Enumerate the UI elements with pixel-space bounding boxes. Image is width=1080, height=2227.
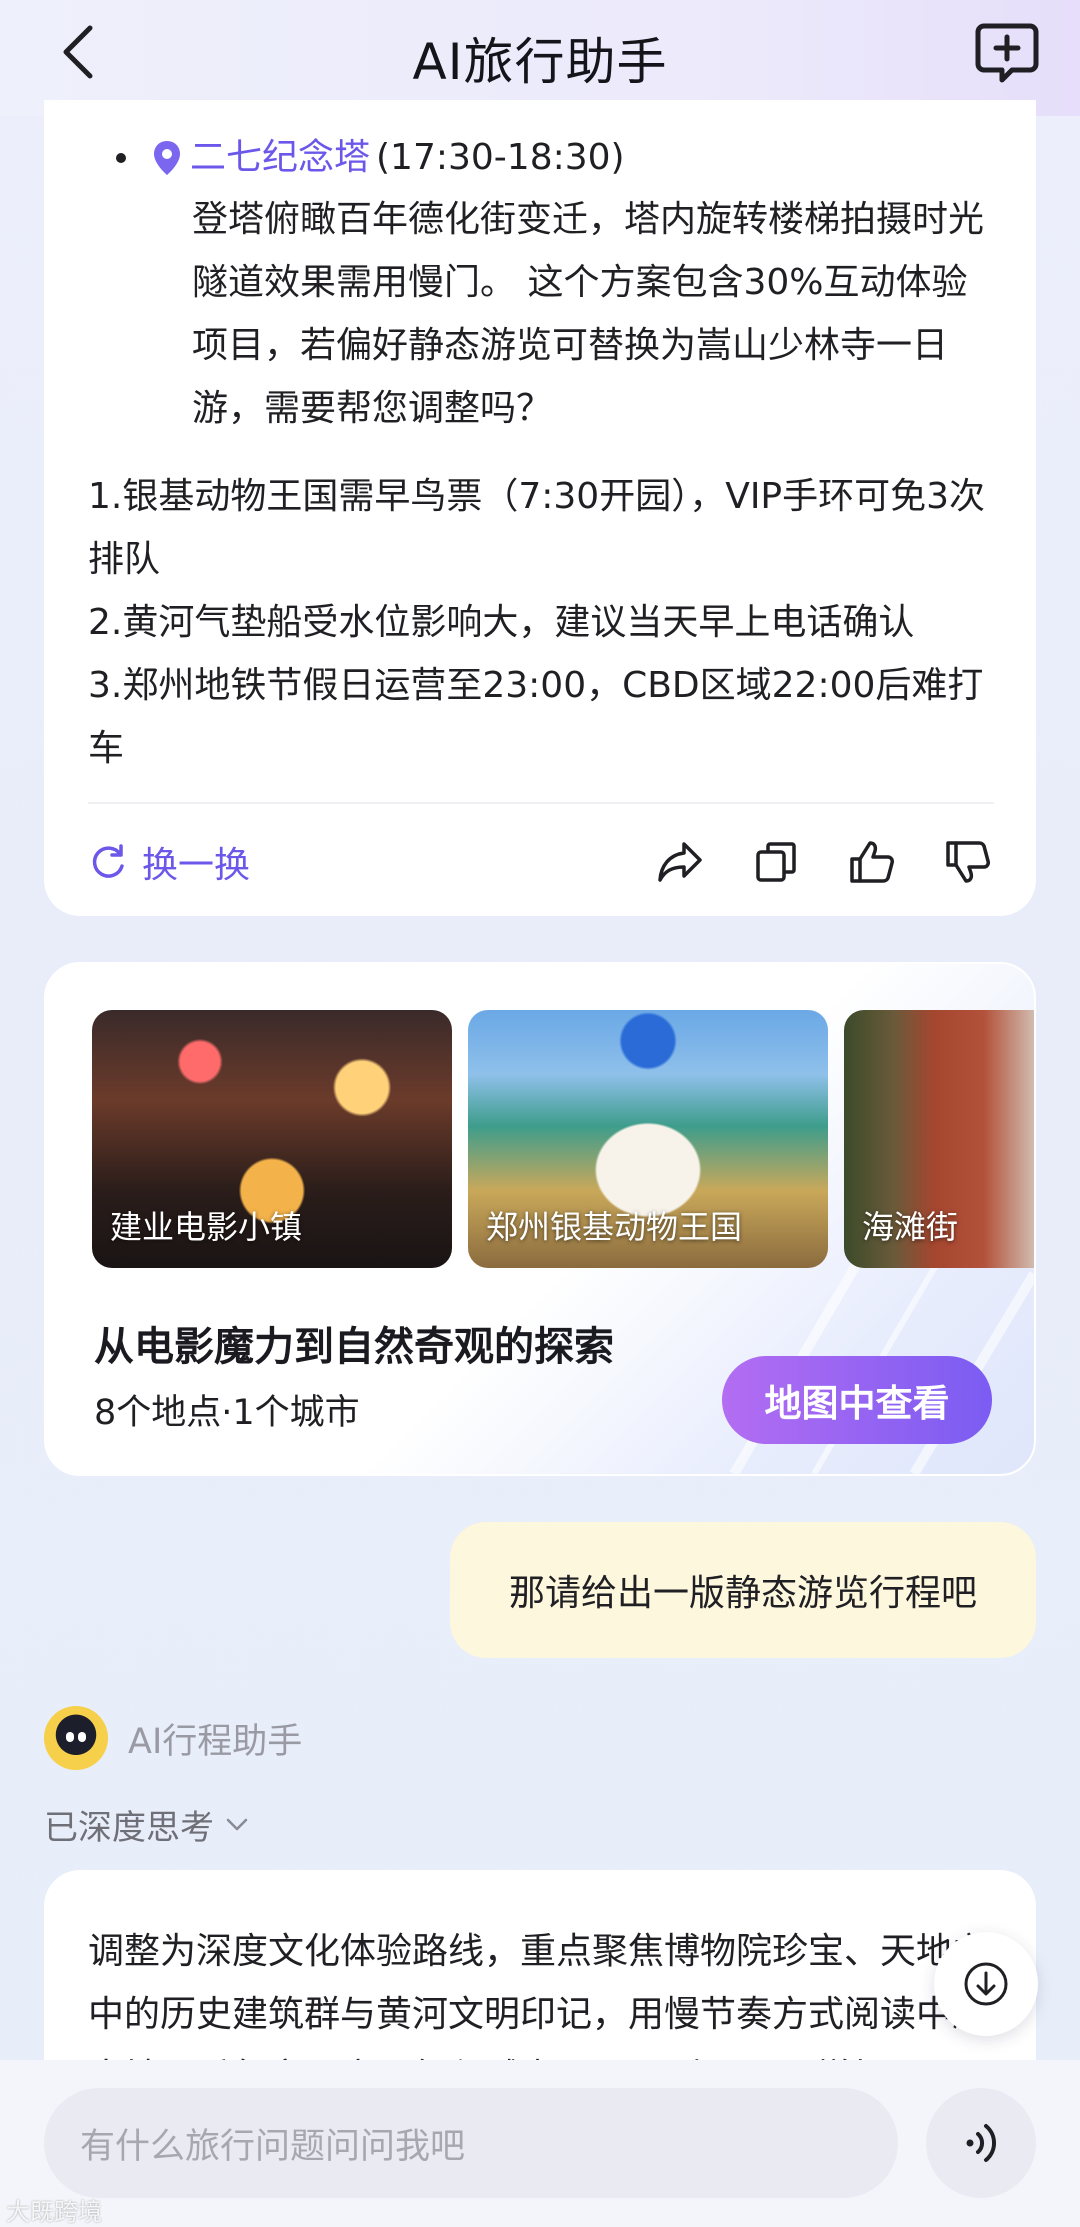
top-bar: AI旅行助手 [0, 0, 1080, 116]
chevron-left-icon [63, 25, 93, 79]
dislike-button[interactable] [942, 836, 994, 888]
tips-list: 1.银基动物王国需早鸟票（7:30开园），VIP手环可免3次排队 2.黄河气垫船… [88, 465, 1008, 780]
bullet-dot [116, 153, 126, 163]
route-title: 从电影魔力到自然奇观的探索 [94, 1324, 614, 1370]
tip-item: 2.黄河气垫船受水位影响大，建议当天早上电话确认 [88, 602, 915, 643]
arrow-down-circle-icon [964, 1962, 1008, 2006]
place-thumbnail[interactable]: 海滩街 [844, 1010, 1034, 1268]
avatar-eye [78, 1732, 86, 1742]
refresh-label: 换一换 [142, 845, 251, 886]
new-chat-button[interactable] [974, 20, 1040, 86]
share-icon [658, 842, 702, 882]
assistant-header: AI行程助手 [44, 1706, 302, 1770]
refresh-button[interactable]: 换一换 [88, 836, 250, 888]
assistant-avatar [44, 1706, 108, 1770]
thumbs-up-icon [850, 841, 894, 883]
back-button[interactable] [48, 22, 108, 82]
voice-icon [966, 2124, 997, 2162]
view-on-map-button[interactable]: 地图中查看 [722, 1356, 992, 1444]
place-label: 建业电影小镇 [110, 1208, 303, 1246]
place-label: 海滩街 [862, 1208, 959, 1246]
tip-item: 3.郑州地铁节假日运营至23:00，CBD区域22:00后难打车 [88, 665, 984, 769]
poi-line: 二七纪念塔 (17:30-18:30) [116, 128, 625, 188]
place-thumbnail[interactable]: 郑州银基动物王国 [468, 1010, 828, 1268]
chevron-down-icon [226, 1818, 248, 1830]
message-actions: 换一换 [88, 832, 994, 892]
share-button[interactable] [654, 836, 706, 888]
bottom-input-bar: 有什么旅行问题问问我吧 [0, 2060, 1080, 2227]
poi-link[interactable]: 二七纪念塔 [190, 128, 370, 188]
poi-description: 登塔俯瞰百年德化街变迁，塔内旋转楼梯拍摄时光隧道效果需用慢门。 这个方案包含30… [192, 199, 985, 429]
place-label: 郑州银基动物王国 [486, 1208, 743, 1246]
page-title: AI旅行助手 [412, 33, 668, 91]
poi-time: (17:30-18:30) [376, 137, 625, 178]
location-pin-icon [154, 141, 180, 175]
chat-input-placeholder: 有什么旅行问题问问我吧 [80, 2126, 466, 2167]
user-message-bubble: 那请给出一版静态游览行程吧 [450, 1522, 1036, 1658]
divider [88, 802, 994, 804]
watermark: 大既跨境 [6, 2198, 102, 2226]
refresh-icon [92, 844, 124, 878]
avatar-eye [66, 1732, 74, 1742]
chat-input[interactable]: 有什么旅行问题问问我吧 [44, 2088, 898, 2198]
new-chat-icon [975, 23, 1039, 83]
like-button[interactable] [846, 836, 898, 888]
assistant-name: AI行程助手 [128, 1721, 303, 1762]
thinking-label: 已深度思考 [44, 1808, 214, 1848]
user-message-text: 那请给出一版静态游览行程吧 [508, 1573, 977, 1614]
scroll-to-bottom-button[interactable] [934, 1932, 1038, 2036]
route-card[interactable]: 建业电影小镇 郑州银基动物王国 海滩街 从电影魔力到自然奇观的探索 8个地点·1… [44, 962, 1036, 1476]
place-thumbnail[interactable]: 建业电影小镇 [92, 1010, 452, 1268]
route-subtitle: 8个地点·1个城市 [94, 1393, 360, 1433]
tip-item: 1.银基动物王国需早鸟票（7:30开园），VIP手环可免3次排队 [88, 476, 986, 580]
deep-thinking-toggle[interactable]: 已深度思考 [44, 1800, 248, 1849]
copy-icon [756, 842, 796, 882]
copy-button[interactable] [750, 836, 802, 888]
thumbs-down-icon [946, 841, 990, 883]
voice-input-button[interactable] [926, 2088, 1036, 2198]
place-carousel[interactable]: 建业电影小镇 郑州银基动物王国 海滩街 [92, 1010, 1034, 1272]
